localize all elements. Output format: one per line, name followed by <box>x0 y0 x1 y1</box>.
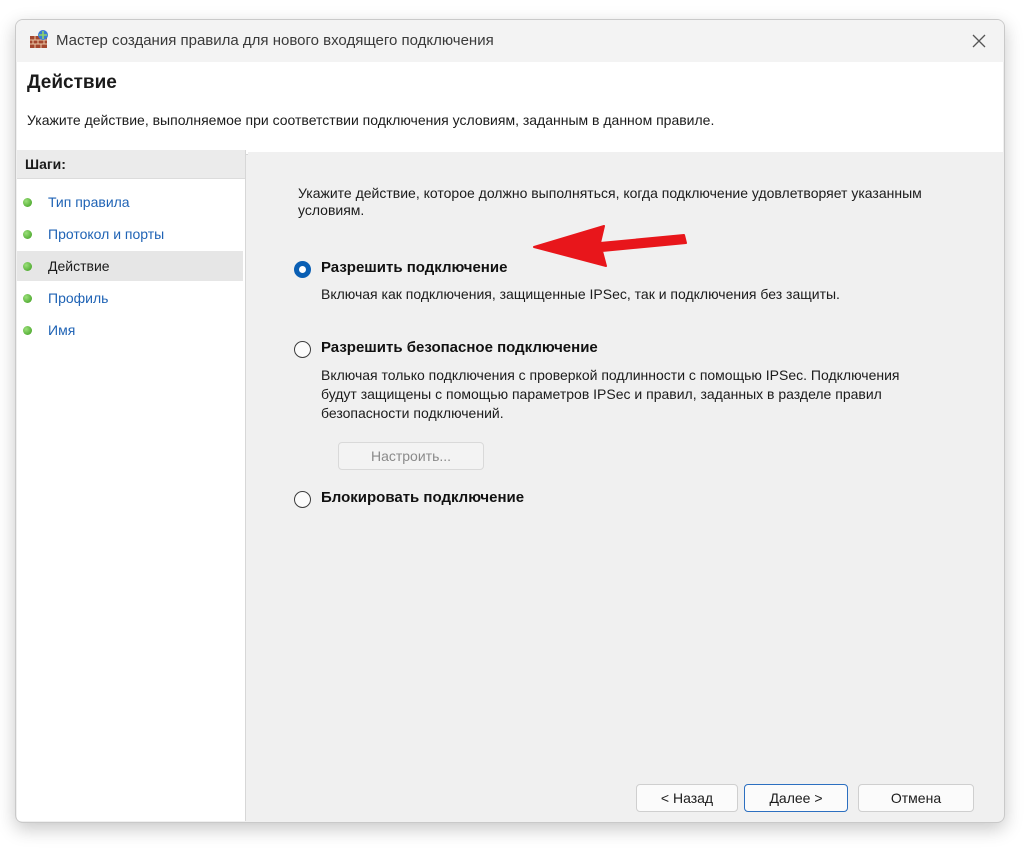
step-item-label: Действие <box>48 258 110 274</box>
step-status-dot-icon <box>23 294 32 303</box>
back-button[interactable]: < Назад <box>636 784 738 812</box>
title-bar: Мастер создания правила для нового входя… <box>16 20 1004 62</box>
step-item-action[interactable]: Действие <box>17 251 243 281</box>
customize-button[interactable]: Настроить... <box>338 442 484 470</box>
step-status-dot-icon <box>23 262 32 271</box>
step-item-protocol-ports[interactable]: Протокол и порты <box>17 219 243 249</box>
step-status-dot-icon <box>23 198 32 207</box>
window-title: Мастер создания правила для нового входя… <box>56 32 494 49</box>
close-button[interactable] <box>966 28 992 54</box>
step-item-label: Протокол и порты <box>48 226 165 242</box>
step-item-label: Профиль <box>48 290 109 306</box>
firewall-icon <box>30 30 48 48</box>
allow-connection-description: Включая как подключения, защищенные IPSe… <box>321 286 840 302</box>
allow-secure-connection-radio[interactable] <box>294 341 311 358</box>
page-title: Действие <box>27 72 117 93</box>
steps-header: Шаги: <box>17 150 245 179</box>
page-subtitle: Укажите действие, выполняемое при соотве… <box>27 112 715 128</box>
step-item-name[interactable]: Имя <box>17 315 243 345</box>
intro-text: Укажите действие, которое должно выполня… <box>298 185 922 218</box>
step-item-rule-type[interactable]: Тип правила <box>17 187 243 217</box>
close-icon <box>972 34 986 48</box>
step-item-label: Тип правила <box>48 194 130 210</box>
step-item-profile[interactable]: Профиль <box>17 283 243 313</box>
wizard-window: Мастер создания правила для нового входя… <box>15 19 1005 823</box>
allow-connection-label[interactable]: Разрешить подключение <box>321 259 507 276</box>
block-connection-label[interactable]: Блокировать подключение <box>321 489 524 506</box>
step-status-dot-icon <box>23 230 32 239</box>
allow-secure-connection-label[interactable]: Разрешить безопасное подключение <box>321 339 598 356</box>
block-connection-radio[interactable] <box>294 491 311 508</box>
next-button[interactable]: Далее > <box>744 784 848 812</box>
steps-panel: Шаги: Тип правила Протокол и порты Дейст… <box>17 150 246 821</box>
step-status-dot-icon <box>23 326 32 335</box>
cancel-button[interactable]: Отмена <box>858 784 974 812</box>
annotation-arrow-icon <box>533 225 687 267</box>
allow-connection-radio[interactable] <box>294 261 311 278</box>
page-header: Действие Укажите действие, выполняемое п… <box>17 62 1003 155</box>
step-item-label: Имя <box>48 322 76 338</box>
allow-secure-connection-description: Включая только подключения с проверкой п… <box>321 367 900 421</box>
